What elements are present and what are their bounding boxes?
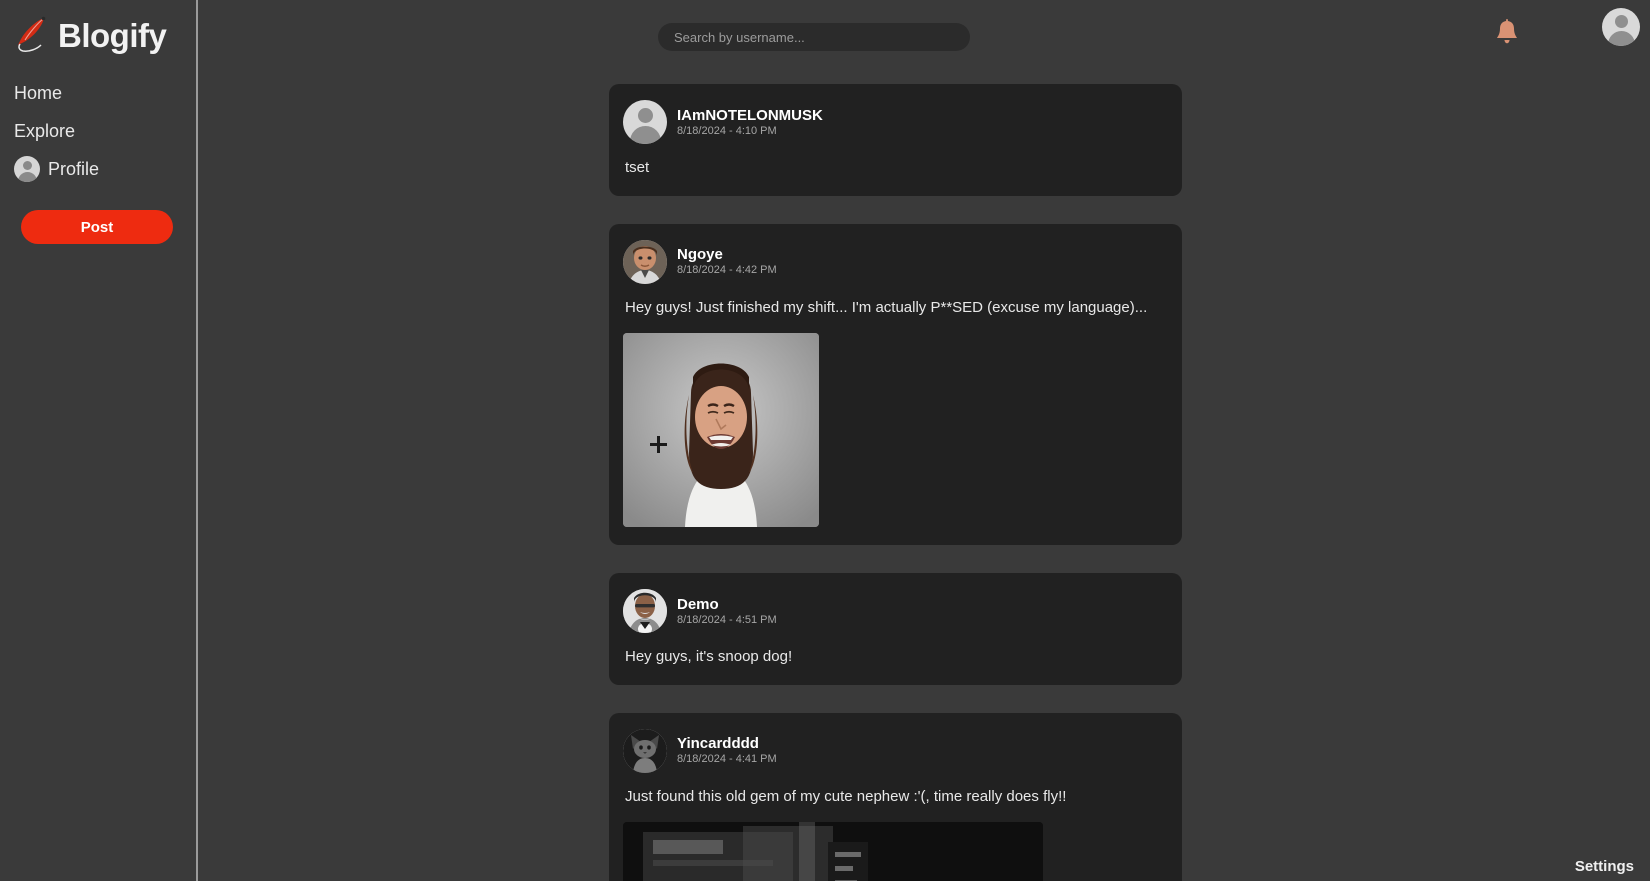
post-header: Demo 8/18/2024 - 4:51 PM — [623, 589, 1168, 633]
post-username[interactable]: Ngoye — [677, 246, 777, 263]
post-card[interactable]: Ngoye 8/18/2024 - 4:42 PM Hey guys! Just… — [609, 223, 1182, 545]
post-username[interactable]: Yincardddd — [677, 735, 777, 752]
post-card[interactable]: Demo 8/18/2024 - 4:51 PM Hey guys, it's … — [609, 573, 1182, 685]
post-timestamp: 8/18/2024 - 4:10 PM — [677, 124, 777, 137]
sidebar: Blogify Home Explore Profile Post — [0, 0, 198, 881]
post-meta: Ngoye 8/18/2024 - 4:42 PM — [677, 246, 777, 277]
sidebar-nav: Home Explore Profile — [0, 74, 196, 188]
post-username[interactable]: Demo — [677, 596, 777, 613]
post-meta: Yincardddd 8/18/2024 - 4:41 PM — [677, 735, 777, 766]
post-header: IAmNOTELONMUSK 8/18/2024 - 4:10 PM — [623, 100, 1168, 144]
search-field-wrapper — [658, 23, 970, 51]
user-avatar-icon — [14, 156, 40, 182]
sidebar-item-label: Profile — [48, 158, 100, 179]
post-avatar[interactable] — [623, 239, 667, 284]
post-timestamp: 8/18/2024 - 4:41 PM — [677, 753, 777, 766]
bell-icon[interactable] — [1494, 18, 1520, 46]
sidebar-item-home[interactable]: Home — [14, 74, 196, 112]
brand[interactable]: Blogify — [0, 0, 196, 56]
post-body: tset — [625, 159, 650, 176]
post-meta: Demo 8/18/2024 - 4:51 PM — [677, 596, 777, 627]
post-avatar[interactable] — [623, 100, 667, 144]
post-feed: IAmNOTELONMUSK 8/18/2024 - 4:10 PM tset — [609, 84, 1182, 881]
topbar — [198, 0, 1650, 74]
post-avatar[interactable] — [623, 728, 667, 773]
post-card[interactable]: IAmNOTELONMUSK 8/18/2024 - 4:10 PM tset — [609, 84, 1182, 196]
account-avatar[interactable] — [1602, 8, 1640, 46]
post-body: Hey guys! Just finished my shift... I'm … — [625, 298, 1148, 316]
sidebar-item-label: Home — [14, 82, 63, 103]
post-card[interactable]: Yincardddd 8/18/2024 - 4:41 PM Just foun… — [609, 712, 1182, 881]
post-avatar[interactable] — [623, 589, 667, 633]
post-body: Just found this old gem of my cute nephe… — [625, 787, 1067, 805]
search-input[interactable] — [658, 23, 970, 51]
post-body: Hey guys, it's snoop dog! — [625, 648, 793, 665]
post-timestamp: 8/18/2024 - 4:51 PM — [677, 613, 777, 626]
post-button[interactable]: Post — [21, 210, 173, 244]
post-username[interactable]: IAmNOTELONMUSK — [677, 107, 823, 124]
blogify-app: Blogify Home Explore Profile Post Search… — [0, 0, 1650, 881]
sidebar-item-label: Explore — [14, 120, 76, 141]
post-meta: IAmNOTELONMUSK 8/18/2024 - 4:10 PM — [677, 107, 823, 138]
post-timestamp: 8/18/2024 - 4:42 PM — [677, 264, 777, 277]
sidebar-item-profile[interactable]: Profile — [14, 150, 196, 188]
sidebar-item-explore[interactable]: Explore — [14, 112, 196, 150]
post-image[interactable] — [623, 822, 1043, 881]
post-header: Yincardddd 8/18/2024 - 4:41 PM — [623, 728, 1168, 773]
post-header: Ngoye 8/18/2024 - 4:42 PM — [623, 239, 1168, 284]
feather-quill-icon — [10, 14, 52, 56]
post-image[interactable] — [623, 333, 819, 527]
settings-button[interactable]: Settings — [1575, 858, 1634, 875]
app-title: Blogify — [58, 16, 167, 54]
